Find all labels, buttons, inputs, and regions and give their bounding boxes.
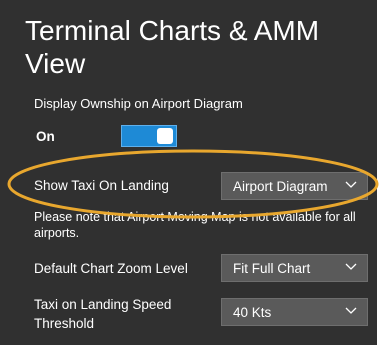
chevron-down-icon xyxy=(345,181,357,188)
chevron-down-icon xyxy=(345,307,357,314)
ownship-toggle[interactable] xyxy=(121,125,177,147)
ownship-label: Display Ownship on Airport Diagram xyxy=(34,96,243,111)
taxi-on-landing-value: Airport Diagram xyxy=(233,179,328,194)
chart-zoom-label: Default Chart Zoom Level xyxy=(34,261,188,276)
ownship-toggle-state: On xyxy=(36,129,55,144)
chevron-down-icon xyxy=(345,263,357,270)
taxi-speed-value: 40 Kts xyxy=(233,305,272,320)
chart-zoom-value: Fit Full Chart xyxy=(233,261,311,276)
toggle-knob xyxy=(157,128,173,144)
taxi-on-landing-dropdown[interactable]: Airport Diagram xyxy=(221,172,368,200)
page-title: Terminal Charts & AMM View xyxy=(25,15,320,79)
chart-zoom-dropdown[interactable]: Fit Full Chart xyxy=(221,254,368,282)
taxi-on-landing-note: Please note that Airport Moving Map is n… xyxy=(34,210,356,240)
taxi-speed-dropdown[interactable]: 40 Kts xyxy=(221,298,368,326)
taxi-speed-label: Taxi on Landing Speed Threshold xyxy=(34,297,172,331)
settings-panel: Terminal Charts & AMM View Display Ownsh… xyxy=(0,0,377,345)
taxi-on-landing-label: Show Taxi On Landing xyxy=(34,178,169,193)
